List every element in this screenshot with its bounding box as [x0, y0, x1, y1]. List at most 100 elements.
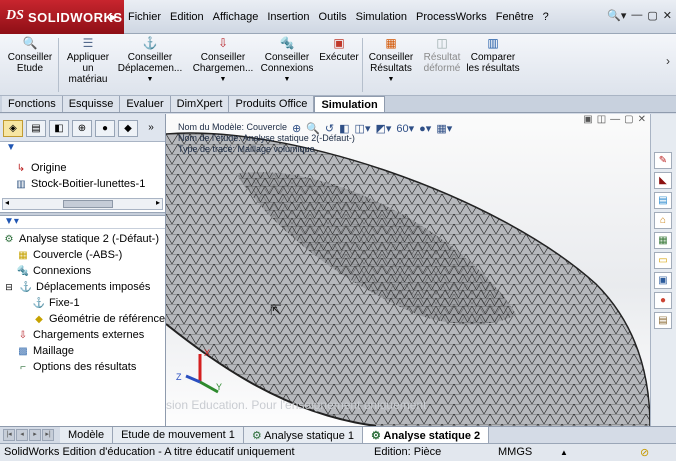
tree-item-external-loads[interactable]: ⇩ Chargements externes [0, 327, 165, 343]
units-dropdown-icon[interactable]: ▲ [560, 448, 568, 457]
close-icon[interactable]: ✕ [663, 9, 672, 22]
apply-material-button[interactable]: ☰ Appliquer un matériau [62, 36, 114, 85]
solidworks-logo[interactable]: DS SOLIDWORKS ▶ [0, 0, 124, 34]
menu-processworks[interactable]: ProcessWorks [416, 11, 487, 23]
tab-produits-office[interactable]: Produits Office [229, 96, 315, 112]
folder-icon[interactable]: ▭ [654, 252, 672, 269]
menu-simulation[interactable]: Simulation [356, 11, 407, 23]
tab-simulation[interactable]: Simulation [314, 96, 385, 112]
command-manager: 🔍 Conseiller Etude ☰ Appliquer un matéri… [0, 34, 676, 96]
search-help-icon[interactable]: 🔍▾ [607, 9, 626, 22]
compare-results-button[interactable]: ▥ Comparer les résultats [466, 36, 520, 74]
tab-dimxpert[interactable]: DimXpert [170, 96, 230, 112]
tab-evaluer[interactable]: Evaluer [120, 96, 171, 112]
mouse-cursor-icon: ⇱ [270, 302, 282, 318]
menu-outils[interactable]: Outils [319, 11, 347, 23]
tab-motion-study[interactable]: Etude de mouvement 1 [113, 427, 244, 443]
configuration-manager-icon[interactable]: ◧ [49, 120, 69, 137]
restore-icon[interactable]: ▢ [647, 9, 657, 22]
last-tab-icon[interactable]: ▸| [42, 429, 54, 441]
run-button[interactable]: ▣ Exécuter [318, 36, 360, 63]
zoom-area-icon[interactable]: 🔍 [306, 122, 320, 135]
solidworks-resources-icon[interactable]: ✎ [654, 152, 672, 169]
search-icon[interactable]: ▦ [654, 232, 672, 249]
menu-help[interactable]: ? [543, 11, 549, 23]
appearances-icon[interactable]: ● [654, 292, 672, 309]
horizontal-scrollbar[interactable]: ◂ ▸ [2, 198, 163, 210]
simulation-manager-icon[interactable]: ◆ [118, 120, 138, 137]
menu-insertion[interactable]: Insertion [267, 11, 309, 23]
display-style-icon[interactable]: ◩▾ [375, 122, 391, 135]
chevron-down-icon[interactable]: ▼ [366, 74, 416, 85]
chevron-right-icon[interactable]: » [141, 120, 161, 137]
hide-show-icon[interactable]: 60▾ [396, 122, 414, 135]
next-tab-icon[interactable]: ▸ [29, 429, 41, 441]
fixtures-advisor-button[interactable]: ⚓ Conseiller Déplacemen... ▼ [116, 36, 184, 85]
connections-advisor-button[interactable]: 🔩 Conseiller Connexions ▼ [258, 36, 316, 85]
scrollbar-thumb[interactable] [63, 200, 113, 208]
tree-item-reference-geometry[interactable]: ◆ Géométrie de référence-1 [0, 311, 175, 327]
appearance-icon[interactable]: ●▾ [419, 122, 431, 135]
filter-icon[interactable]: ▼ [0, 142, 165, 156]
home-icon[interactable]: ⌂ [654, 212, 672, 229]
property-manager-icon[interactable]: ▤ [26, 120, 46, 137]
tile-view-icon[interactable]: ▣ [583, 114, 592, 125]
zoom-to-fit-icon[interactable]: ⊕ [292, 122, 301, 135]
rebuild-icon[interactable]: ⊘ [640, 446, 649, 459]
custom-properties-icon[interactable]: ▤ [654, 312, 672, 329]
status-units[interactable]: MMGS [498, 446, 532, 458]
scene-icon[interactable]: ▦▾ [436, 122, 452, 135]
menu-affichage[interactable]: Affichage [213, 11, 259, 23]
tree-item-stock[interactable]: ▥ Stock-Boitier-lunettes-1 [0, 176, 165, 192]
menu-fichier[interactable]: Fichier [128, 11, 161, 23]
tree-item-result-options[interactable]: ⌐ Options des résultats [0, 359, 165, 375]
previous-view-icon[interactable]: ↺ [325, 122, 334, 135]
study-advisor-button[interactable]: 🔍 Conseiller Etude [4, 36, 56, 74]
tab-static-analysis-1[interactable]: ⚙ Analyse statique 1 [243, 427, 364, 443]
display-manager-icon[interactable]: ● [95, 120, 115, 137]
tree-item-origin[interactable]: ↳ Origine [0, 160, 165, 176]
section-view-icon[interactable]: ◧ [339, 122, 349, 135]
tab-esquisse[interactable]: Esquisse [62, 96, 121, 112]
tab-modele[interactable]: Modèle [60, 427, 114, 443]
tab-static-analysis-2[interactable]: ⚙ Analyse statique 2 [363, 427, 490, 443]
tab-fonctions[interactable]: Fonctions [2, 96, 63, 112]
scroll-right-icon[interactable]: ▸ [156, 198, 160, 207]
filter-dropdown-icon[interactable]: ▼▾ [0, 216, 165, 229]
view-palette-icon[interactable]: ▣ [654, 272, 672, 289]
tab-label: Analyse statique 1 [264, 430, 355, 442]
mesh-model[interactable] [166, 114, 650, 426]
minimize-icon[interactable]: — [610, 114, 620, 125]
graphics-area[interactable]: Nom du Modèle: Couvercle Nom de l'étude:… [166, 114, 650, 426]
minimize-icon[interactable]: — [631, 9, 642, 22]
results-advisor-button[interactable]: ▦ Conseiller Résultats ▼ [366, 36, 416, 85]
svg-text:Y: Y [216, 382, 222, 392]
chevron-down-icon[interactable]: ▼ [116, 74, 184, 85]
view-orientation-icon[interactable]: ◫▾ [355, 122, 371, 135]
split-view-icon[interactable]: ◫ [597, 114, 606, 125]
chevron-down-icon[interactable]: ▼ [258, 74, 316, 85]
collapse-icon[interactable]: ⊟ [2, 281, 16, 294]
menu-edition[interactable]: Edition [170, 11, 204, 23]
scroll-left-icon[interactable]: ◂ [5, 198, 9, 207]
dimxpert-manager-icon[interactable]: ⊕ [72, 120, 92, 137]
restore-icon[interactable]: ▢ [624, 114, 633, 125]
results-advisor-label: Conseiller Résultats [368, 52, 414, 74]
tree-item-fixed[interactable]: ⚓ Fixe-1 [0, 295, 165, 311]
feature-tree-icon[interactable]: ◈ [3, 120, 23, 137]
tree-item-fixtures[interactable]: ⊟ ⚓ Déplacements imposés [0, 279, 165, 295]
tree-item-connections[interactable]: 🔩 Connexions [0, 263, 165, 279]
chevron-down-icon[interactable]: ▼ [188, 74, 258, 85]
tree-item-mesh[interactable]: ▩ Maillage [0, 343, 165, 359]
loads-advisor-button[interactable]: ⇩ Conseiller Chargemen... ▼ [188, 36, 258, 85]
ribbon-expand-icon[interactable]: › [666, 54, 670, 68]
menu-fenetre[interactable]: Fenêtre [496, 11, 534, 23]
file-explorer-icon[interactable]: ▤ [654, 192, 672, 209]
design-library-icon[interactable]: ◣ [654, 172, 672, 189]
deformed-result-button[interactable]: ◫ Résultat déformé [418, 36, 466, 74]
prev-tab-icon[interactable]: ◂ [16, 429, 28, 441]
close-icon[interactable]: ✕ [638, 114, 646, 125]
tree-item-part[interactable]: ▦ Couvercle (-ABS-) [0, 247, 165, 263]
first-tab-icon[interactable]: |◂ [3, 429, 15, 441]
tree-item-study[interactable]: ⚙ Analyse statique 2 (-Défaut-) [0, 231, 165, 247]
